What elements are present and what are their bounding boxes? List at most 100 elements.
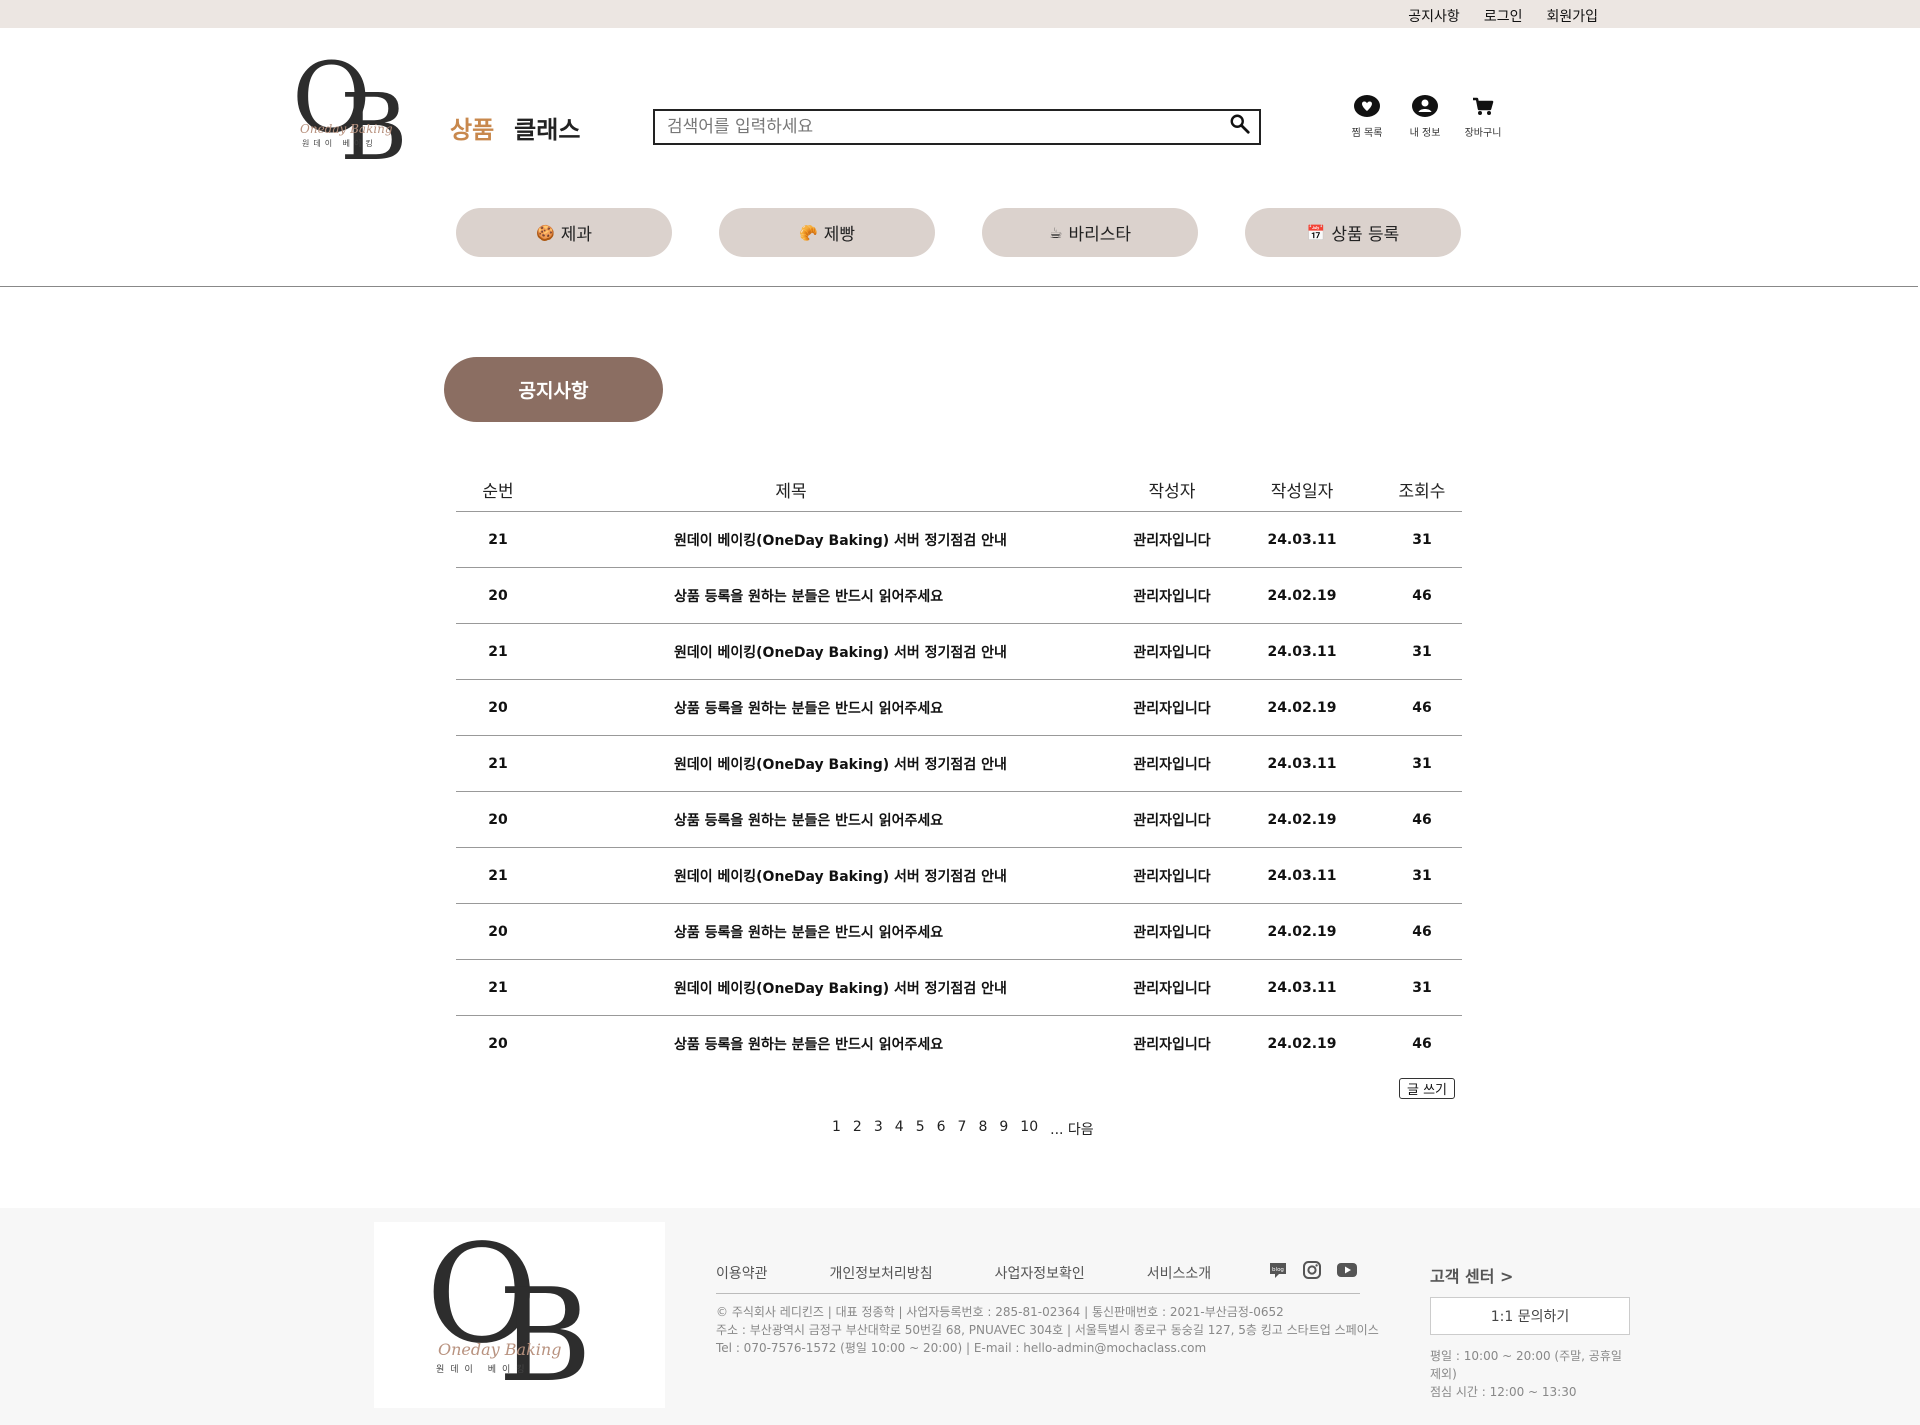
row-date: 24.03.11 — [1267, 531, 1337, 548]
row-author: 관리자입니다 — [1133, 980, 1211, 997]
table-header: 순번 제목 작성자 작성일자 조회수 — [456, 468, 1462, 512]
category-label: 바리스타 — [1068, 225, 1131, 245]
row-date: 24.02.19 — [1267, 811, 1337, 828]
customer-center: 고객 센터 > 1:1 문의하기 평일 : 10:00 ~ 20:00 (주말,… — [1430, 1263, 1630, 1401]
table-row[interactable]: 20 상품 등록을 원하는 분들은 반드시 읽어주세요 관리자입니다 24.02.19… — [456, 792, 1462, 848]
row-author: 관리자입니다 — [1133, 756, 1211, 773]
pagination: 1 2 3 4 5 6 7 8 9 10 ... 다음 — [832, 1119, 1094, 1139]
row-views: 46 — [1412, 699, 1432, 716]
row-author: 관리자입니다 — [1133, 868, 1211, 885]
row-date: 24.02.19 — [1267, 699, 1337, 716]
wishlist-button[interactable]: 찜 목록 — [1338, 94, 1396, 139]
row-title[interactable]: 상품 등록을 원하는 분들은 반드시 읽어주세요 — [540, 922, 1122, 942]
cart-button[interactable]: 장바구니 — [1454, 94, 1512, 139]
terms-link[interactable]: 이용약관 — [716, 1263, 768, 1283]
table-row[interactable]: 20 상품 등록을 원하는 분들은 반드시 읽어주세요 관리자입니다 24.02.19… — [456, 680, 1462, 736]
page-next[interactable]: ... 다음 — [1050, 1119, 1094, 1139]
privacy-link[interactable]: 개인정보처리방침 — [830, 1263, 933, 1283]
category-pill-barista[interactable]: ☕ 바리스타 — [982, 208, 1198, 257]
search-icon[interactable] — [1229, 113, 1251, 135]
row-author: 관리자입니다 — [1133, 812, 1211, 829]
row-views: 31 — [1412, 755, 1432, 772]
customer-center-title[interactable]: 고객 센터 > — [1430, 1263, 1630, 1287]
address-line: 주소 : 부산광역시 금정구 부산대학로 50번길 68, PNUAVEC 30… — [716, 1323, 1379, 1337]
page-6[interactable]: 6 — [937, 1119, 946, 1139]
header-divider — [0, 286, 1918, 287]
top-utility-bar: 공지사항 로그인 회원가입 — [0, 0, 1920, 28]
table-row[interactable]: 20 상품 등록을 원하는 분들은 반드시 읽어주세요 관리자입니다 24.02.19… — [456, 1016, 1462, 1072]
page-9[interactable]: 9 — [999, 1119, 1008, 1139]
user-icons: 찜 목록 내 정보 장바구니 — [1338, 94, 1512, 139]
page-8[interactable]: 8 — [978, 1119, 987, 1139]
category-pill-pastry[interactable]: 🍪 제과 — [456, 208, 672, 257]
about-link[interactable]: 서비스소개 — [1147, 1263, 1211, 1283]
table-row[interactable]: 21 원데이 베이킹(OneDay Baking) 서버 정기점검 안내 관리자입니… — [456, 736, 1462, 792]
row-date: 24.02.19 — [1267, 1036, 1337, 1052]
page-4[interactable]: 4 — [895, 1119, 904, 1139]
search-input[interactable] — [655, 111, 1259, 143]
table-row[interactable]: 21 원데이 베이킹(OneDay Baking) 서버 정기점검 안내 관리자입니… — [456, 848, 1462, 904]
write-button[interactable]: 글 쓰기 — [1399, 1078, 1455, 1099]
row-date: 24.03.11 — [1267, 979, 1337, 996]
table-row[interactable]: 21 원데이 베이킹(OneDay Baking) 서버 정기점검 안내 관리자입니… — [456, 960, 1462, 1016]
col-title: 제목 — [775, 482, 807, 502]
row-title[interactable]: 상품 등록을 원하는 분들은 반드시 읽어주세요 — [540, 698, 1122, 718]
cookie-icon: 🍪 — [536, 223, 555, 242]
table-row[interactable]: 20 상품 등록을 원하는 분들은 반드시 읽어주세요 관리자입니다 24.02.19… — [456, 568, 1462, 624]
row-date: 24.02.19 — [1267, 587, 1337, 604]
utility-links: 공지사항 로그인 회원가입 — [1408, 6, 1598, 26]
row-title[interactable]: 원데이 베이킹(OneDay Baking) 서버 정기점검 안내 — [540, 530, 1122, 550]
row-no: 21 — [488, 755, 508, 772]
row-views: 31 — [1412, 979, 1432, 996]
business-hours: 평일 : 10:00 ~ 20:00 (주말, 공휴일 제외) 점심 시간 : … — [1430, 1347, 1630, 1401]
blog-icon[interactable]: blog — [1268, 1260, 1288, 1280]
cart-icon — [1473, 97, 1494, 115]
header-category-links: 상품 클래스 — [450, 110, 580, 145]
row-date: 24.03.11 — [1267, 755, 1337, 772]
row-views: 31 — [1412, 643, 1432, 660]
svg-text:blog: blog — [1272, 1267, 1284, 1273]
company-info-line: © 주식회사 레디킨즈 | 대표 정종학 | 사업자등록번호 : 285-81-… — [716, 1305, 1284, 1319]
col-date: 작성일자 — [1270, 482, 1334, 502]
row-no: 21 — [488, 979, 508, 996]
page-2[interactable]: 2 — [853, 1119, 862, 1139]
page-7[interactable]: 7 — [958, 1119, 967, 1139]
row-title[interactable]: 원데이 베이킹(OneDay Baking) 서버 정기점검 안내 — [540, 978, 1122, 998]
row-title[interactable]: 상품 등록을 원하는 분들은 반드시 읽어주세요 — [540, 1034, 1122, 1054]
row-title[interactable]: 원데이 베이킹(OneDay Baking) 서버 정기점검 안내 — [540, 642, 1122, 662]
table-row[interactable]: 20 상품 등록을 원하는 분들은 반드시 읽어주세요 관리자입니다 24.02.19… — [456, 904, 1462, 960]
category-label: 상품 등록 — [1331, 225, 1400, 245]
youtube-icon[interactable] — [1336, 1260, 1358, 1280]
footer-logo: O B Oneday Baking 원데이 베이킹 — [374, 1216, 665, 1411]
row-views: 46 — [1412, 923, 1432, 940]
page-10[interactable]: 10 — [1020, 1119, 1038, 1139]
table-row[interactable]: 21 원데이 베이킹(OneDay Baking) 서버 정기점검 안내 관리자입니… — [456, 624, 1462, 680]
login-link[interactable]: 로그인 — [1484, 6, 1523, 26]
classes-link[interactable]: 클래스 — [514, 110, 580, 145]
footer-links: 이용약관 개인정보처리방침 사업자정보확인 서비스소개 — [716, 1263, 1360, 1294]
category-nav: 🍪 제과 🥐 제빵 ☕ 바리스타 📅 상품 등록 — [456, 208, 1461, 257]
goods-link[interactable]: 상품 — [450, 110, 494, 145]
page-1[interactable]: 1 — [832, 1119, 841, 1139]
row-no: 20 — [488, 923, 508, 940]
table-row[interactable]: 21 원데이 베이킹(OneDay Baking) 서버 정기점검 안내 관리자입니… — [456, 512, 1462, 568]
row-title[interactable]: 원데이 베이킹(OneDay Baking) 서버 정기점검 안내 — [540, 866, 1122, 886]
row-title[interactable]: 상품 등록을 원하는 분들은 반드시 읽어주세요 — [540, 810, 1122, 830]
row-title[interactable]: 원데이 베이킹(OneDay Baking) 서버 정기점검 안내 — [540, 754, 1122, 774]
category-pill-bread[interactable]: 🥐 제빵 — [719, 208, 935, 257]
site-logo[interactable]: O B Oneday Baking 원데이 베이킹 — [292, 42, 414, 181]
row-no: 20 — [488, 587, 508, 604]
notice-link[interactable]: 공지사항 — [1408, 6, 1460, 26]
instagram-icon[interactable] — [1302, 1260, 1322, 1280]
page-3[interactable]: 3 — [874, 1119, 883, 1139]
signup-link[interactable]: 회원가입 — [1546, 6, 1598, 26]
mypage-button[interactable]: 내 정보 — [1396, 94, 1454, 139]
page-5[interactable]: 5 — [916, 1119, 925, 1139]
row-title[interactable]: 상품 등록을 원하는 분들은 반드시 읽어주세요 — [540, 586, 1122, 606]
search-box — [653, 109, 1261, 145]
category-label: 제빵 — [823, 225, 855, 245]
business-info-link[interactable]: 사업자정보확인 — [995, 1263, 1085, 1283]
category-pill-register[interactable]: 📅 상품 등록 — [1245, 208, 1461, 257]
social-links: blog — [1268, 1260, 1358, 1280]
inquiry-button[interactable]: 1:1 문의하기 — [1430, 1297, 1630, 1335]
